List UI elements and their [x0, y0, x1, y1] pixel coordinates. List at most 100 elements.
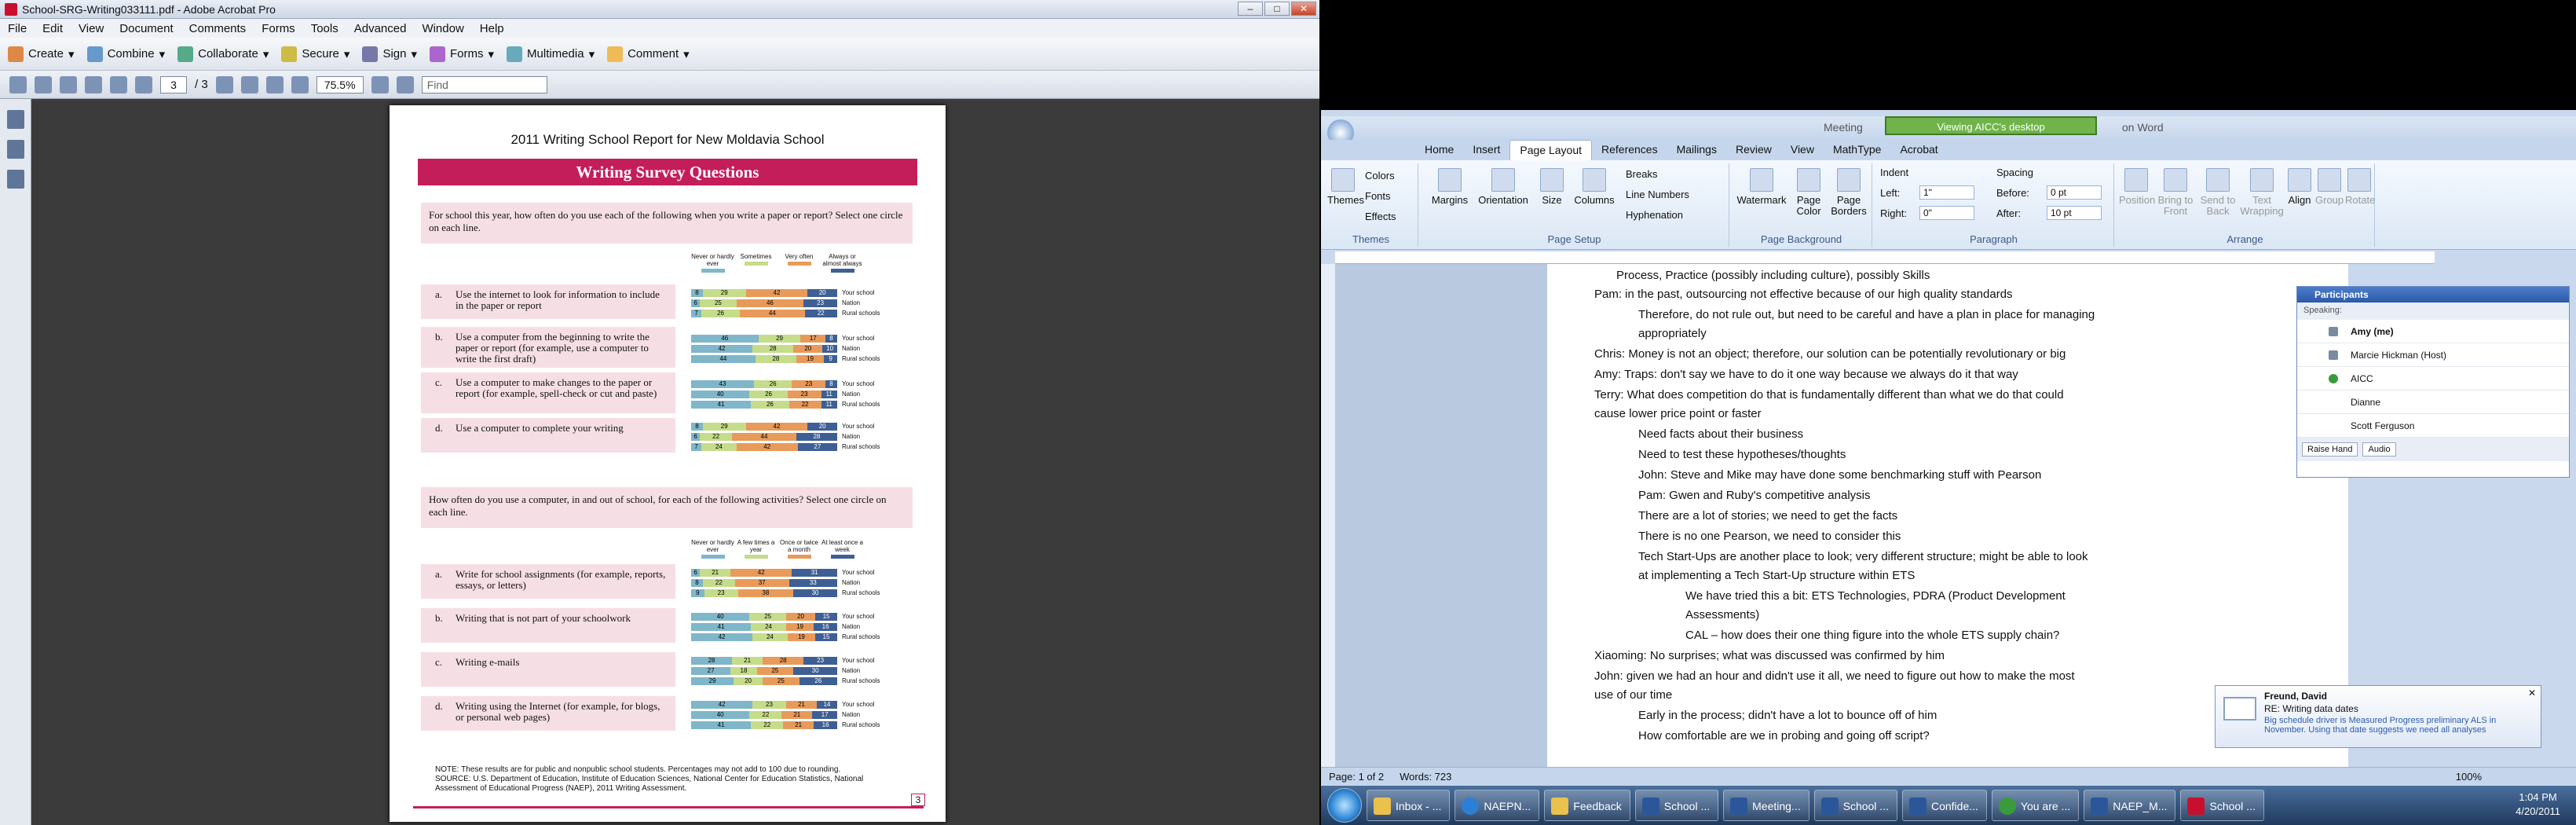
- participant[interactable]: Marcie Hickman (Host): [2297, 343, 2569, 367]
- minimize-button[interactable]: –: [1238, 2, 1263, 16]
- word-count[interactable]: Words: 723: [1400, 771, 1451, 783]
- watermark-button[interactable]: Watermark: [1734, 168, 1789, 206]
- taskbar-item[interactable]: Confide...: [1901, 790, 1987, 821]
- align-button[interactable]: Align: [2285, 168, 2314, 206]
- save-icon[interactable]: [60, 75, 77, 94]
- prev-page-icon[interactable]: [110, 75, 127, 94]
- multimedia-button[interactable]: Multimedia ▾: [507, 46, 595, 62]
- participant[interactable]: AICC: [2297, 367, 2569, 390]
- indent-left-input[interactable]: 1": [1919, 185, 1974, 200]
- page-count[interactable]: Page: 1 of 2: [1329, 771, 1384, 783]
- columns-button[interactable]: Columns: [1571, 168, 1618, 206]
- themes-button[interactable]: Themes: [1327, 168, 1364, 206]
- email-icon[interactable]: [85, 75, 102, 94]
- create-button[interactable]: Create ▾: [8, 46, 75, 62]
- menu-edit[interactable]: Edit: [35, 22, 71, 35]
- rotate-button[interactable]: Rotate: [2345, 168, 2375, 206]
- close-button[interactable]: ✕: [1291, 2, 1316, 16]
- menu-window[interactable]: Window: [414, 22, 471, 35]
- spacing-before-input[interactable]: 0 pt: [2047, 185, 2102, 200]
- tab-references[interactable]: References: [1592, 140, 1667, 160]
- menu-comments[interactable]: Comments: [181, 22, 254, 35]
- page-borders-button[interactable]: Page Borders: [1828, 168, 1869, 217]
- line-numbers-button[interactable]: Line Numbers: [1626, 189, 1689, 200]
- maximize-button[interactable]: □: [1264, 2, 1290, 16]
- fit-page-icon[interactable]: [371, 75, 389, 94]
- menu-tools[interactable]: Tools: [303, 22, 346, 35]
- taskbar-item[interactable]: Inbox - ...: [1367, 790, 1451, 821]
- next-page-icon[interactable]: [135, 75, 152, 94]
- menu-file[interactable]: File: [0, 22, 35, 35]
- orientation-button[interactable]: Orientation: [1473, 168, 1533, 206]
- vertical-ruler[interactable]: [1321, 264, 1335, 767]
- participant[interactable]: Amy (me): [2297, 320, 2569, 343]
- margins-button[interactable]: Margins: [1428, 168, 1472, 206]
- zoom-input[interactable]: 75.5%: [316, 75, 364, 94]
- sign-button[interactable]: Sign ▾: [362, 46, 417, 62]
- combine-button[interactable]: Combine ▾: [86, 46, 165, 62]
- position-button[interactable]: Position: [2119, 168, 2155, 206]
- close-icon[interactable]: ✕: [2528, 688, 2536, 698]
- spacing-after-input[interactable]: 10 pt: [2047, 206, 2102, 220]
- tab-mathtype[interactable]: MathType: [1824, 140, 1890, 160]
- send-to-back-button[interactable]: Send to Back: [2197, 168, 2238, 217]
- tab-insert[interactable]: Insert: [1463, 140, 1509, 160]
- hand-tool-icon[interactable]: [240, 75, 258, 94]
- open-icon[interactable]: [9, 75, 27, 94]
- page-number-input[interactable]: 3: [160, 75, 187, 94]
- page-color-button[interactable]: Page Color: [1791, 168, 1827, 217]
- select-tool-icon[interactable]: [215, 75, 233, 94]
- taskbar-item[interactable]: School ...: [1813, 790, 1897, 821]
- pages-icon[interactable]: [7, 110, 24, 129]
- bookmarks-icon[interactable]: [7, 140, 24, 159]
- tab-acrobat[interactable]: Acrobat: [1890, 140, 1947, 160]
- find-input[interactable]: Find: [421, 75, 547, 94]
- menu-view[interactable]: View: [71, 22, 112, 35]
- menu-forms[interactable]: Forms: [254, 22, 303, 35]
- size-button[interactable]: Size: [1536, 168, 1568, 206]
- zoom-level[interactable]: 100%: [2456, 771, 2482, 783]
- tab-view[interactable]: View: [1781, 140, 1824, 160]
- forms-button[interactable]: Forms ▾: [430, 46, 494, 62]
- taskbar-item[interactable]: You are ...: [1991, 790, 2080, 821]
- tab-review[interactable]: Review: [1726, 140, 1781, 160]
- indent-right-input[interactable]: 0": [1919, 206, 1974, 220]
- effects-button[interactable]: Effects: [1365, 211, 1396, 222]
- fit-width-icon[interactable]: [396, 75, 414, 94]
- bring-to-front-button[interactable]: Bring to Front: [2155, 168, 2196, 217]
- fonts-button[interactable]: Fonts: [1365, 190, 1391, 202]
- taskbar-item[interactable]: School ...: [2180, 790, 2264, 821]
- collaborate-button[interactable]: Collaborate ▾: [177, 46, 269, 62]
- menu-document[interactable]: Document: [112, 22, 181, 35]
- hyphenation-button[interactable]: Hyphenation: [1626, 209, 1683, 221]
- audio-button[interactable]: Audio: [2362, 442, 2396, 456]
- raise-hand-button[interactable]: Raise Hand: [2302, 442, 2358, 456]
- breaks-button[interactable]: Breaks: [1626, 168, 1657, 180]
- zoom-out-icon[interactable]: [265, 75, 284, 94]
- zoom-in-icon[interactable]: [291, 75, 309, 94]
- taskbar-item[interactable]: School ...: [1634, 790, 1719, 821]
- taskbar-item[interactable]: Meeting...: [1723, 790, 1809, 821]
- screen-share-banner[interactable]: Viewing AICC's desktop: [1885, 116, 2097, 135]
- colors-button[interactable]: Colors: [1365, 170, 1395, 182]
- comment-button[interactable]: Comment ▾: [607, 46, 690, 62]
- secure-button[interactable]: Secure ▾: [281, 46, 349, 62]
- system-clock[interactable]: 1:04 PM 4/20/2011: [2516, 790, 2560, 819]
- signatures-icon[interactable]: [7, 170, 24, 189]
- participant[interactable]: Scott Ferguson: [2297, 414, 2569, 438]
- menu-advanced[interactable]: Advanced: [346, 22, 415, 35]
- tab-home[interactable]: Home: [1415, 140, 1463, 160]
- print-icon[interactable]: [35, 75, 52, 94]
- outlook-notification[interactable]: Freund, David RE: Writing data dates Big…: [2215, 685, 2541, 748]
- text-wrapping-button[interactable]: Text Wrapping: [2240, 168, 2284, 217]
- taskbar-item[interactable]: Feedback: [1544, 790, 1630, 821]
- taskbar-item[interactable]: NAEP_M...: [2084, 790, 2176, 821]
- horizontal-ruler[interactable]: [1335, 251, 2435, 264]
- tab-mailings[interactable]: Mailings: [1667, 140, 1726, 160]
- start-button[interactable]: [1327, 788, 1362, 823]
- tab-page-layout[interactable]: Page Layout: [1509, 140, 1592, 160]
- participant[interactable]: Dianne: [2297, 390, 2569, 414]
- group-button[interactable]: Group: [2315, 168, 2344, 206]
- menu-help[interactable]: Help: [472, 22, 512, 35]
- taskbar-item[interactable]: NAEPN...: [1454, 790, 1540, 821]
